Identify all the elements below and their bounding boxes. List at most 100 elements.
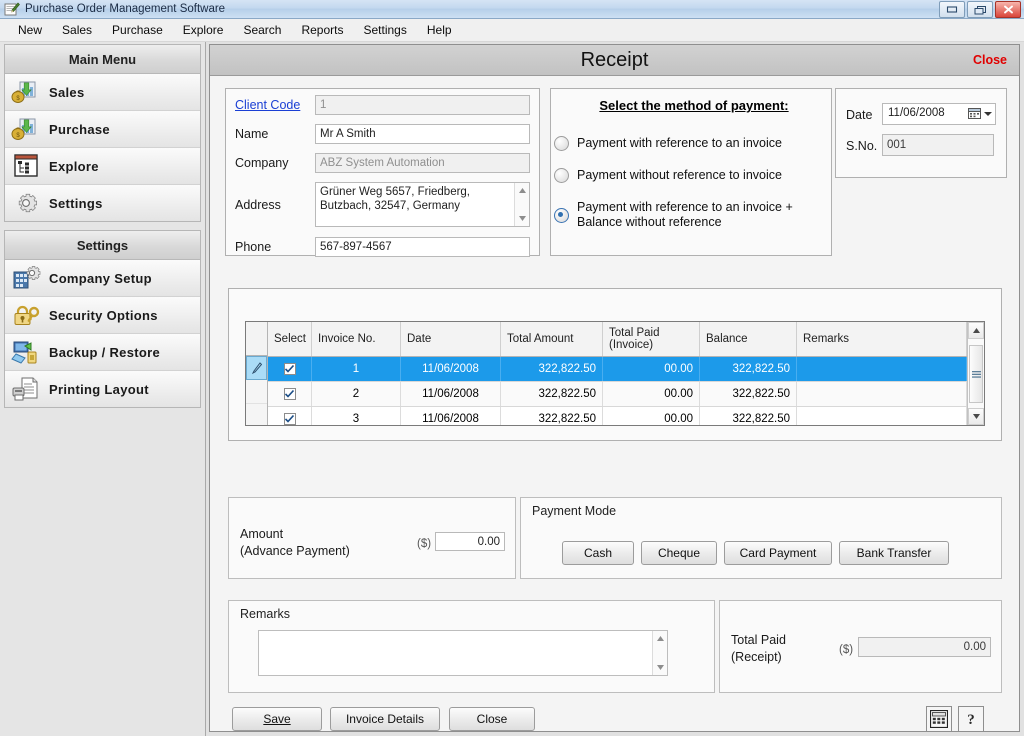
form-body: Client Code Name Company Address [210,76,1019,732]
radio-icon[interactable] [554,136,569,151]
sidebar-item-sales[interactable]: $ Sales [5,74,200,111]
cell-select[interactable] [268,357,312,381]
amount-input[interactable] [435,532,505,551]
scroll-down-icon[interactable] [515,211,529,226]
client-code-link[interactable]: Client Code [235,98,307,112]
sidebar-filler [4,416,201,736]
maximize-icon[interactable] [967,1,993,18]
scroll-down-icon[interactable] [968,408,984,425]
menu-explore[interactable]: Explore [173,20,234,40]
scroll-up-icon[interactable] [515,183,529,198]
client-code-input[interactable] [315,95,530,115]
main-content: Receipt Close Client Code Name Company [206,42,1024,736]
gutter-header [246,322,267,356]
checkbox-checked-icon[interactable] [283,413,296,425]
invoice-details-button[interactable]: Invoice Details [330,707,440,731]
col-header-total-paid-line2: (Invoice) [609,338,654,351]
grid-row-gutter [246,322,268,425]
cell-balance: 322,822.50 [700,382,797,406]
client-name-input[interactable] [315,124,530,144]
cell-select[interactable] [268,382,312,406]
radio-icon[interactable] [554,168,569,183]
scrollbar-thumb[interactable] [969,345,983,403]
sidebar-item-security-options[interactable]: Security Options [5,297,200,334]
cell-remarks[interactable] [797,382,967,406]
total-paid-input[interactable] [858,637,991,657]
menu-reports[interactable]: Reports [291,20,353,40]
window-title: Purchase Order Management Software [25,3,226,15]
sidebar-item-company-setup[interactable]: Company Setup [5,260,200,297]
close-button[interactable]: Close [449,707,535,731]
close-icon[interactable] [995,1,1021,18]
calculator-button[interactable] [926,706,952,732]
row-edit-indicator [246,356,267,380]
address-scrollbar[interactable] [514,183,529,226]
sidebar-item-settings[interactable]: Settings [5,185,200,221]
client-company-input[interactable] [315,153,530,173]
col-header-total-amount[interactable]: Total Amount [501,322,603,356]
table-row[interactable]: 2 11/06/2008 322,822.50 00.00 322,822.50 [268,382,967,407]
scroll-up-icon[interactable] [968,322,984,339]
sno-input[interactable] [882,134,994,156]
menu-new[interactable]: New [8,20,52,40]
form-close-link[interactable]: Close [973,53,1007,67]
sidebar-item-explore[interactable]: Explore [5,148,200,185]
date-picker-button[interactable] [968,107,992,120]
col-header-invoice-no[interactable]: Invoice No. [312,322,401,356]
payment-option-2[interactable]: Payment without reference to invoice [554,168,826,183]
card-payment-button[interactable]: Card Payment [724,541,832,565]
calendar-icon [968,108,981,119]
table-row[interactable]: 3 11/06/2008 322,822.50 00.00 322,822.50 [268,407,967,425]
cheque-button[interactable]: Cheque [641,541,717,565]
sidebar-group-header-settings: Settings [5,231,200,260]
remarks-scrollbar[interactable] [652,631,667,675]
minimize-icon[interactable] [939,1,965,18]
bank-transfer-button[interactable]: Bank Transfer [839,541,949,565]
col-header-balance[interactable]: Balance [700,322,797,356]
remarks-field-wrap [258,630,668,676]
scroll-up-icon[interactable] [653,631,667,646]
cell-date: 11/06/2008 [401,357,501,381]
menu-help[interactable]: Help [417,20,462,40]
payment-option-3[interactable]: Payment with reference to an invoice + B… [554,200,826,230]
sno-label: S.No. [846,139,878,153]
client-address-row: Address [235,198,281,212]
menu-sales[interactable]: Sales [52,20,102,40]
scroll-down-icon[interactable] [653,660,667,675]
menu-search[interactable]: Search [233,20,291,40]
client-phone-input[interactable] [315,237,530,257]
client-company-label: Company [235,156,289,170]
lock-key-icon [11,301,41,329]
cell-remarks[interactable] [797,357,967,381]
col-header-date[interactable]: Date [401,322,501,356]
cell-select[interactable] [268,407,312,425]
cash-button[interactable]: Cash [562,541,634,565]
save-button[interactable]: Save [232,707,322,731]
payment-option-1[interactable]: Payment with reference to an invoice [554,136,826,151]
help-button[interactable]: ? [958,706,984,732]
col-header-select[interactable]: Select [268,322,312,356]
sidebar-item-label: Purchase [49,121,110,137]
scrollbar-track[interactable] [968,339,984,408]
checkbox-checked-icon[interactable] [283,363,296,375]
remarks-input[interactable] [259,631,652,675]
client-phone-row: Phone [235,240,271,254]
sidebar-item-purchase[interactable]: $ Purchase [5,111,200,148]
grid-vertical-scrollbar[interactable] [967,322,984,425]
menu-purchase[interactable]: Purchase [102,20,173,40]
table-row[interactable]: 1 11/06/2008 322,822.50 00.00 322,822.50 [268,357,967,382]
col-header-remarks[interactable]: Remarks [797,322,967,356]
sidebar-item-printing-layout[interactable]: Printing Layout [5,371,200,407]
client-address-input[interactable] [316,183,514,226]
checkbox-checked-icon[interactable] [283,388,296,400]
amount-label-line2: (Advance Payment) [240,544,350,558]
date-field[interactable]: 11/06/2008 [882,103,996,125]
cell-date: 11/06/2008 [401,407,501,425]
col-header-total-paid[interactable]: Total Paid (Invoice) [603,322,700,356]
radio-icon-selected[interactable] [554,207,569,223]
cell-remarks[interactable] [797,407,967,425]
sidebar-item-backup-restore[interactable]: Backup / Restore [5,334,200,371]
payment-option-label: Payment with reference to an invoice + B… [577,200,793,229]
invoice-grid[interactable]: Select Invoice No. Date Total Amount Tot… [245,321,985,426]
menu-settings[interactable]: Settings [354,20,417,40]
